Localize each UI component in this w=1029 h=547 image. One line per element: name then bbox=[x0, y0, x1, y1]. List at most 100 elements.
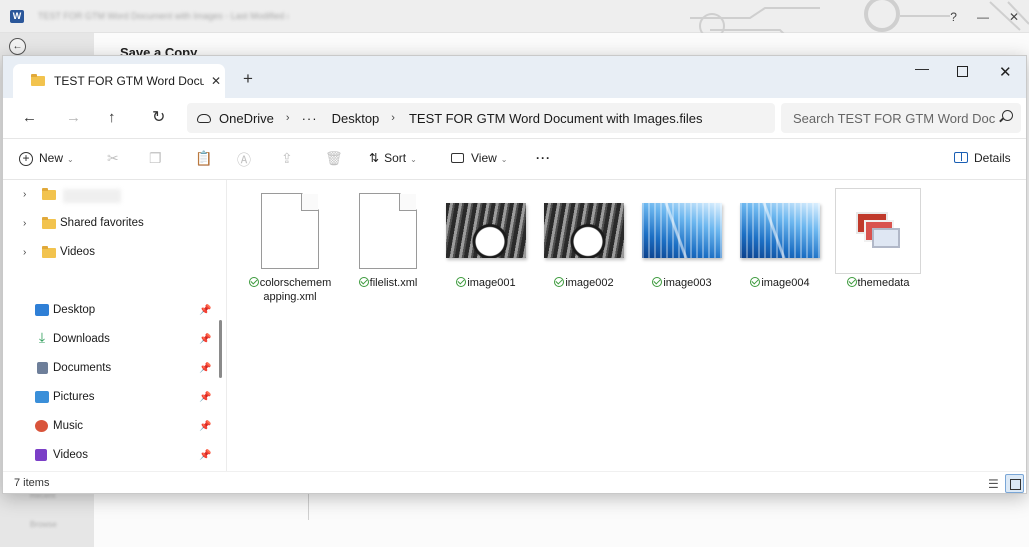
file-item-themedata[interactable]: themedata bbox=[834, 187, 922, 290]
paste-icon[interactable]: 📋 bbox=[195, 150, 212, 167]
download-icon: ⤓ bbox=[38, 329, 46, 345]
quick-access-label: Pictures bbox=[53, 391, 95, 403]
file-item-image002[interactable]: image002 bbox=[540, 188, 628, 290]
nav-folder-label: Shared favorites bbox=[60, 217, 144, 229]
quick-access-documents[interactable]: Documents 📌 bbox=[3, 356, 213, 380]
word-app-icon: W bbox=[10, 10, 24, 23]
background-minimize-button[interactable]: — bbox=[977, 10, 989, 24]
forward-button[interactable]: → bbox=[66, 109, 81, 126]
pin-icon: 📌 bbox=[199, 304, 212, 316]
file-name: image001 bbox=[467, 277, 516, 289]
nav-folder-shared-favorites[interactable]: › Shared favorites bbox=[3, 211, 213, 235]
quick-access-label: Desktop bbox=[53, 304, 96, 316]
pin-icon: 📌 bbox=[199, 362, 212, 374]
background-close-button[interactable]: ✕ bbox=[1009, 10, 1019, 24]
quick-access-label: Documents bbox=[53, 362, 112, 374]
maximize-button[interactable] bbox=[957, 66, 968, 77]
details-pane-icon bbox=[954, 152, 968, 163]
share-icon[interactable]: ⇪ bbox=[281, 150, 293, 167]
sync-status-icon bbox=[846, 277, 857, 287]
tab-current-folder[interactable]: TEST FOR GTM Word Docume ✕ bbox=[13, 64, 225, 98]
sort-button-label: Sort bbox=[384, 151, 407, 165]
nav-folder-videos[interactable]: › Videos bbox=[3, 240, 213, 264]
nav-folder-label: Videos bbox=[60, 246, 95, 258]
more-options-button[interactable]: ··· bbox=[536, 151, 551, 165]
up-button[interactable]: ↑ bbox=[108, 109, 116, 126]
file-item-image001[interactable]: image001 bbox=[442, 188, 530, 290]
sync-status-icon bbox=[248, 277, 259, 287]
file-item-image004[interactable]: image004 bbox=[736, 188, 824, 290]
back-button[interactable]: ← bbox=[22, 109, 37, 126]
xml-file-icon bbox=[261, 192, 319, 269]
folder-icon bbox=[42, 217, 56, 229]
command-bar: + New ⌄ ✂ ❐ 📋 Ⓐ ⇪ 🗑 ⇅ Sort ⌄ View ⌄ ··· Detai… bbox=[3, 138, 1026, 180]
background-title-controls: ? — ✕ bbox=[930, 0, 1029, 33]
plus-icon: + bbox=[19, 152, 33, 166]
status-bar: 7 items ☰ bbox=[3, 471, 1026, 493]
background-sidebar-item[interactable]: Browse bbox=[30, 520, 62, 529]
background-back-button[interactable]: ← bbox=[9, 38, 26, 55]
theme-file-icon bbox=[835, 187, 921, 274]
tab-close-button[interactable]: ✕ bbox=[211, 74, 221, 88]
file-name: filelist.xml bbox=[369, 277, 418, 289]
minimize-button[interactable]: — bbox=[915, 60, 929, 76]
tab-label: TEST FOR GTM Word Docume bbox=[54, 74, 204, 88]
new-button[interactable]: + New ⌄ bbox=[19, 151, 74, 166]
breadcrumb-separator[interactable]: › bbox=[391, 112, 395, 124]
folder-icon bbox=[31, 74, 45, 86]
file-item-image003[interactable]: image003 bbox=[638, 188, 726, 290]
view-button[interactable]: View ⌄ bbox=[451, 151, 508, 165]
documents-icon bbox=[37, 362, 48, 374]
sort-button[interactable]: ⇅ Sort ⌄ bbox=[369, 151, 417, 165]
pin-icon: 📌 bbox=[199, 449, 212, 461]
quick-access-desktop[interactable]: Desktop 📌 bbox=[3, 298, 213, 322]
details-button[interactable]: Details bbox=[954, 151, 1011, 165]
desktop-icon bbox=[35, 304, 49, 316]
image-thumbnail bbox=[544, 203, 624, 258]
quick-access-music[interactable]: Music 📌 bbox=[3, 414, 213, 438]
delete-icon[interactable]: 🗑 bbox=[325, 150, 343, 167]
copy-icon[interactable]: ❐ bbox=[149, 150, 162, 167]
details-view-button[interactable]: ☰ bbox=[988, 477, 999, 491]
folder-icon bbox=[42, 246, 56, 258]
breadcrumb-current-folder[interactable]: TEST FOR GTM Word Document with Images.f… bbox=[409, 111, 703, 126]
view-button-label: View bbox=[471, 151, 497, 165]
search-placeholder: Search TEST FOR GTM Word Doc bbox=[793, 110, 996, 126]
quick-access-pictures[interactable]: Pictures 📌 bbox=[3, 385, 213, 409]
breadcrumb-desktop[interactable]: Desktop bbox=[332, 111, 380, 126]
new-tab-button[interactable]: + bbox=[243, 69, 253, 89]
expand-chevron-icon[interactable]: › bbox=[23, 247, 26, 258]
chevron-down-icon: ⌄ bbox=[67, 155, 74, 164]
quick-access-videos[interactable]: Videos 📌 bbox=[3, 443, 213, 467]
item-count: 7 items bbox=[14, 477, 50, 489]
large-icons-view-button[interactable] bbox=[1005, 474, 1024, 493]
chevron-down-icon: ⌄ bbox=[500, 155, 508, 164]
file-name: colorschememapping.xml bbox=[259, 277, 332, 303]
rename-icon[interactable]: Ⓐ bbox=[237, 150, 251, 170]
sort-icon: ⇅ bbox=[369, 151, 380, 165]
search-icon bbox=[1002, 110, 1013, 121]
nav-folder-redacted[interactable]: › bbox=[3, 182, 213, 206]
help-button[interactable]: ? bbox=[950, 10, 957, 24]
breadcrumb[interactable]: OneDrive › ··· Desktop › TEST FOR GTM Wo… bbox=[187, 103, 775, 133]
breadcrumb-onedrive[interactable]: OneDrive bbox=[219, 111, 274, 126]
breadcrumb-more-button[interactable]: ··· bbox=[302, 111, 318, 126]
expand-chevron-icon[interactable]: › bbox=[23, 189, 26, 200]
file-item-colorschememapping[interactable]: colorschememapping.xml bbox=[246, 188, 334, 304]
music-icon bbox=[35, 420, 48, 432]
file-name: image004 bbox=[761, 277, 810, 289]
file-item-filelist[interactable]: filelist.xml bbox=[344, 188, 432, 290]
address-bar-row: ← → ↑ ↻ OneDrive › ··· Desktop › TEST FO… bbox=[3, 98, 1026, 138]
expand-chevron-icon[interactable]: › bbox=[23, 218, 26, 229]
background-divider bbox=[308, 490, 309, 520]
quick-access-downloads[interactable]: ⤓ Downloads 📌 bbox=[3, 327, 213, 351]
quick-access-label: Videos bbox=[53, 449, 88, 461]
navigation-pane-scrollbar[interactable] bbox=[219, 320, 222, 378]
breadcrumb-separator[interactable]: › bbox=[286, 112, 290, 124]
cut-icon[interactable]: ✂ bbox=[107, 150, 119, 167]
close-window-button[interactable]: ✕ bbox=[999, 63, 1012, 81]
file-name: themedata bbox=[857, 277, 910, 289]
details-button-label: Details bbox=[974, 151, 1011, 165]
search-input[interactable]: Search TEST FOR GTM Word Doc bbox=[781, 103, 1021, 133]
refresh-button[interactable]: ↻ bbox=[152, 107, 165, 127]
